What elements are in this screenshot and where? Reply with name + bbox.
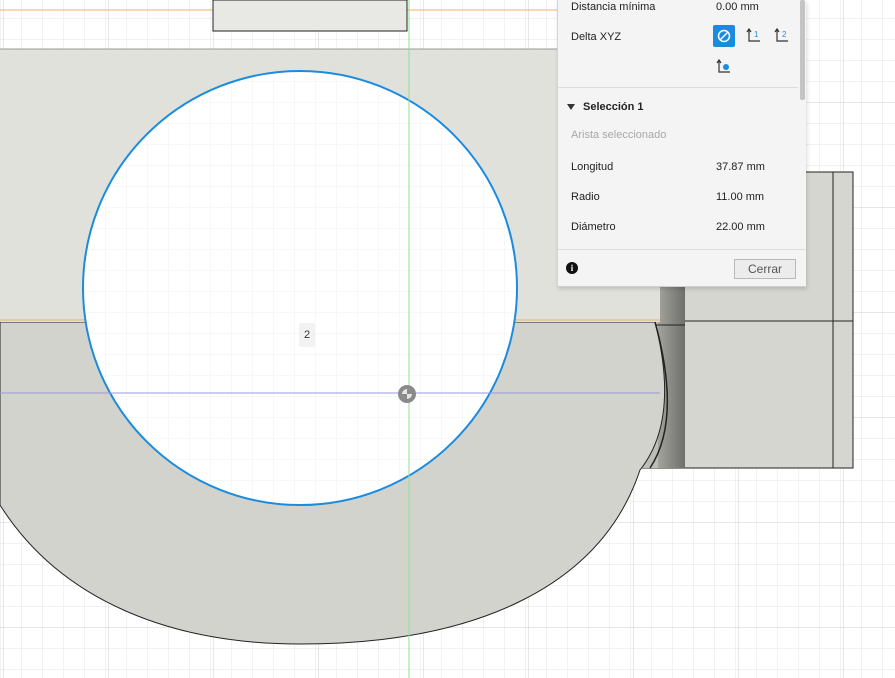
measure-panel: Distancia mínima 0.00 mm Delta XYZ 1 2 S… (557, 0, 806, 287)
row-value: 0.00 mm (716, 1, 759, 13)
divider (558, 87, 798, 88)
panel-scrollbar[interactable] (800, 0, 805, 100)
row-label: Longitud (571, 161, 614, 173)
row-label: Delta XYZ (571, 31, 622, 43)
svg-text:1: 1 (754, 30, 759, 39)
point-marker[interactable]: 2 (299, 323, 315, 347)
row-label: Diámetro (571, 221, 616, 233)
row-label: Radio (571, 191, 600, 203)
origin-point-icon (398, 385, 416, 403)
top-slot (212, 0, 408, 32)
row-value: 22.00 mm (716, 221, 765, 233)
row-value: 11.00 mm (716, 191, 765, 203)
row-longitud: Longitud 37.87 mm (571, 157, 792, 177)
section-title: Selección 1 (583, 101, 644, 113)
row-distancia-minima: Distancia mínima 0.00 mm (571, 0, 792, 17)
svg-text:2: 2 (782, 30, 787, 39)
delta-axis-2-icon[interactable]: 2 (771, 25, 793, 47)
panel-footer: i Cerrar (558, 249, 806, 286)
delta-axis-3-icon[interactable] (713, 56, 735, 78)
delta-axis-1-icon[interactable]: 1 (743, 25, 765, 47)
row-value: 37.87 mm (716, 161, 765, 173)
selection-hint: Arista seleccionado (571, 129, 667, 141)
row-label: Distancia mínima (571, 1, 656, 13)
hole-inner-grid (85, 73, 515, 503)
close-button[interactable]: Cerrar (734, 259, 796, 279)
section-seleccion-1[interactable]: Selección 1 (567, 98, 644, 116)
info-icon[interactable]: i (566, 262, 578, 274)
collapse-triangle-icon[interactable] (567, 104, 575, 110)
row-diametro: Diámetro 22.00 mm (571, 217, 792, 237)
no-delta-icon[interactable] (713, 25, 735, 47)
row-radio: Radio 11.00 mm (571, 187, 792, 207)
